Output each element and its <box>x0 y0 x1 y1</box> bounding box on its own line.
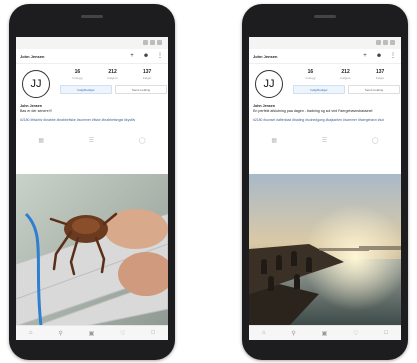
avatar[interactable]: JJ <box>255 70 283 98</box>
profile-icon[interactable]: □ <box>384 330 388 336</box>
status-bar <box>249 37 401 49</box>
profile-tabs: ▦ ☰ ◯ <box>249 132 401 148</box>
grid-icon[interactable]: ▦ <box>38 137 44 144</box>
profile-icon[interactable]: □ <box>151 330 155 336</box>
username: John Jensen <box>20 53 45 59</box>
search-icon[interactable]: ⚲ <box>291 330 295 337</box>
profile-stats: 16 Innlegg 212 Følgere 137 Følger <box>60 69 164 80</box>
post-photo-sunset[interactable] <box>249 174 401 326</box>
status-bar <box>16 37 168 49</box>
post-photo-crab[interactable] <box>16 174 168 326</box>
screen-right: John Jensen + ☻ ⋮ JJ 16 Innlegg 212 Følg… <box>249 37 401 340</box>
bottom-nav: ⌂ ⚲ ▣ ♡ □ <box>249 325 401 340</box>
stat-following[interactable]: 137 Følger <box>143 69 152 80</box>
stat-posts[interactable]: 16 Innlegg <box>306 69 316 80</box>
tag-icon[interactable]: ◯ <box>372 137 379 144</box>
stat-number: 16 <box>307 69 314 75</box>
plus-icon[interactable]: + <box>361 53 369 59</box>
stat-followers[interactable]: 212 Følgere <box>107 69 117 80</box>
bio: John Jensen En perfekt afslutning paa da… <box>249 104 401 114</box>
profile-summary: JJ 16 Innlegg 212 Følgere 137 Følger Føl… <box>249 64 401 104</box>
list-icon[interactable]: ☰ <box>89 137 94 144</box>
grid-icon[interactable]: ▦ <box>271 137 277 144</box>
message-button[interactable]: Send melding <box>115 85 167 94</box>
stat-label: Innlegg <box>72 76 83 80</box>
list-icon[interactable]: ☰ <box>322 137 327 144</box>
person-icon[interactable]: ☻ <box>375 53 383 59</box>
profile-header: John Jensen + ☻ ⋮ <box>249 49 401 64</box>
screen-left: John Jensen + ☻ ⋮ JJ 16 Innlegg 212 Følg… <box>16 37 168 340</box>
stat-number: 212 <box>341 69 350 75</box>
stat-followers[interactable]: 212 Følgere <box>340 69 350 80</box>
hashtags[interactable]: #2180 #fiskeliv #krabbe #krabbefiske #so… <box>16 114 168 132</box>
stat-label: Innlegg <box>305 76 316 80</box>
stat-number: 16 <box>74 69 81 75</box>
bottom-nav: ⌂ ⚲ ▣ ♡ □ <box>16 325 168 340</box>
stat-label: Følger <box>142 76 152 80</box>
more-icon[interactable]: ⋮ <box>156 53 164 59</box>
stat-number: 212 <box>108 69 117 75</box>
profile-tabs: ▦ ☰ ◯ <box>16 132 168 148</box>
edit-profile-button[interactable]: Følg/Rediger <box>293 85 345 94</box>
bio: John Jensen Bas er der senere!!! <box>16 104 168 114</box>
profile-summary: JJ 16 Innlegg 212 Følgere 137 Følger Føl… <box>16 64 168 104</box>
plus-icon[interactable]: + <box>128 53 136 59</box>
hashtags[interactable]: #2180 #sunset #aftenbad #bading #solnedg… <box>249 114 401 132</box>
message-button[interactable]: Send melding <box>348 85 400 94</box>
home-icon[interactable]: ⌂ <box>29 330 33 336</box>
home-icon[interactable]: ⌂ <box>262 330 266 336</box>
stat-number: 137 <box>375 69 385 75</box>
phone-right: John Jensen + ☻ ⋮ JJ 16 Innlegg 212 Følg… <box>242 4 408 360</box>
profile-stats: 16 Innlegg 212 Følgere 137 Følger <box>293 69 397 80</box>
tag-icon[interactable]: ◯ <box>139 137 146 144</box>
heart-icon[interactable]: ♡ <box>120 330 125 337</box>
heart-icon[interactable]: ♡ <box>353 330 358 337</box>
stat-posts[interactable]: 16 Innlegg <box>73 69 83 80</box>
search-icon[interactable]: ⚲ <box>58 330 62 337</box>
speaker <box>314 15 336 18</box>
more-icon[interactable]: ⋮ <box>389 53 397 59</box>
avatar[interactable]: JJ <box>22 70 50 98</box>
stat-label: Følger <box>375 76 385 80</box>
username: John Jensen <box>253 53 278 59</box>
add-post-icon[interactable]: ▣ <box>322 330 328 337</box>
add-post-icon[interactable]: ▣ <box>89 330 95 337</box>
speaker <box>81 15 103 18</box>
stat-following[interactable]: 137 Følger <box>376 69 385 80</box>
edit-profile-button[interactable]: Følg/Rediger <box>60 85 112 94</box>
stat-label: Følgere <box>107 76 118 80</box>
phone-left: John Jensen + ☻ ⋮ JJ 16 Innlegg 212 Følg… <box>9 4 175 360</box>
stat-label: Følgere <box>340 76 351 80</box>
stat-number: 137 <box>142 69 152 75</box>
person-icon[interactable]: ☻ <box>142 53 150 59</box>
profile-header: John Jensen + ☻ ⋮ <box>16 49 168 64</box>
